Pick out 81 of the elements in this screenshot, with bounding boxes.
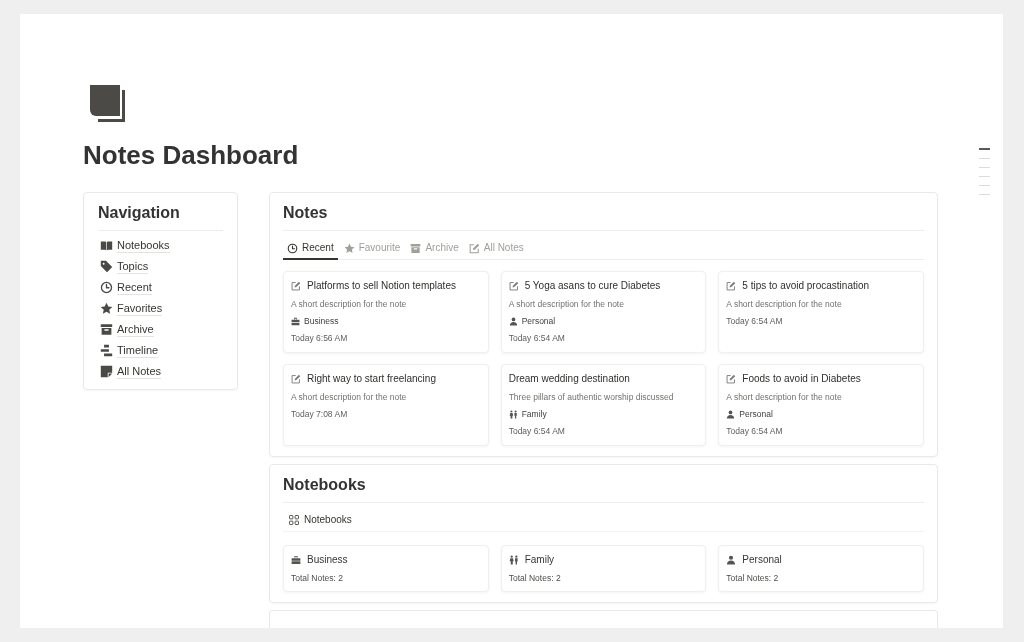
nav-link[interactable]: Topics — [98, 256, 149, 277]
note-description: A short description for the note — [291, 298, 408, 311]
nav-link[interactable]: Archive — [98, 319, 154, 340]
person-icon — [726, 555, 737, 565]
two-people-icon — [508, 410, 518, 419]
edit-icon — [468, 242, 480, 254]
note-description: A short description for the note — [508, 298, 625, 311]
edit-icon — [726, 374, 737, 384]
note-card[interactable]: Right way to start freelancing A short description for the note Today 7:08 AM — [283, 364, 489, 446]
note-description: A short description for the note — [726, 391, 843, 404]
person-icon — [508, 317, 518, 326]
note-time: Today 6:54 AM — [726, 425, 784, 438]
archive-box-icon — [100, 323, 113, 336]
note-title: Right way to start freelancing — [307, 372, 436, 386]
note-time: Today 6:54 AM — [726, 315, 784, 328]
note-count: Total Notes: 2 — [508, 572, 562, 585]
note-card[interactable]: Dream wedding destination Three pillars of authentic worship discussed Family Today 6:54 AM — [500, 364, 707, 446]
tab[interactable]: Recent — [283, 237, 338, 260]
edit-icon — [726, 281, 737, 291]
open-book-icon — [100, 239, 113, 252]
note-title: 5 Yoga asans to cure Diabetes — [524, 279, 661, 293]
two-people-icon — [508, 555, 519, 565]
note-icon — [100, 365, 113, 378]
outline-marker[interactable] — [979, 148, 990, 150]
note-description: A short description for the note — [726, 298, 843, 311]
outline-marker[interactable] — [979, 194, 990, 195]
notebook-title: Business — [307, 553, 348, 567]
nav-link[interactable]: Recent — [98, 277, 152, 298]
note-description: Three pillars of authentic worship discussed — [508, 391, 675, 404]
outline-marker[interactable] — [979, 176, 990, 177]
note-count: Total Notes: 2 — [726, 572, 780, 585]
tag-label: Business — [304, 315, 339, 328]
note-time: Today 6:54 AM — [508, 425, 566, 438]
outline-marker[interactable] — [979, 167, 990, 168]
nav-link[interactable]: Timeline — [98, 340, 159, 361]
outline-marker[interactable] — [979, 158, 990, 159]
nav-link[interactable]: Notebooks — [98, 235, 170, 256]
note-time: Today 6:54 AM — [508, 332, 566, 345]
note-title: Foods to avoid in Diabetes — [742, 372, 861, 386]
notebook-card[interactable]: Family Total Notes: 2 — [500, 545, 707, 592]
star-icon — [100, 302, 113, 315]
section-heading: Notes — [283, 203, 329, 223]
edit-icon — [508, 281, 519, 291]
notebook-title: Personal — [742, 553, 782, 567]
note-title: 5 tips to avoid procastination — [742, 279, 870, 293]
notebook-title: Family — [524, 553, 555, 567]
timeline-icon — [100, 344, 113, 357]
tag-label: Personal — [739, 408, 773, 421]
briefcase-icon — [291, 317, 300, 326]
tag-icon — [100, 260, 113, 273]
clock-icon — [287, 242, 298, 254]
note-title: Dream wedding destination — [508, 372, 630, 386]
tag-label: Personal — [521, 315, 556, 328]
note-card[interactable]: Foods to avoid in Diabetes A short description for the note Personal Today 6:54 AM — [718, 364, 924, 446]
tag-label: Family — [521, 408, 547, 421]
clock-icon — [100, 281, 113, 294]
person-icon — [726, 410, 736, 419]
briefcase-icon — [291, 555, 301, 565]
view-tab[interactable]: Notebooks — [283, 509, 356, 531]
section-heading: Notebooks — [283, 475, 367, 495]
edit-icon — [291, 281, 301, 291]
page-title: Notes Dashboard — [83, 139, 299, 171]
archive-box-icon — [410, 242, 422, 254]
nav-link[interactable]: All Notes — [98, 361, 162, 382]
star-icon — [343, 242, 355, 254]
outline-marker[interactable] — [979, 185, 990, 186]
notebook-card[interactable]: Business Total Notes: 2 — [283, 545, 489, 592]
note-count: Total Notes: 2 — [291, 572, 344, 585]
note-card[interactable]: 5 tips to avoid procastination A short description for the note Today 6:54 AM — [718, 271, 924, 353]
edit-icon — [291, 374, 301, 384]
note-card[interactable]: 5 Yoga asans to cure Diabetes A short description for the note Personal Today 6:54 AM — [500, 271, 707, 353]
note-time: Today 7:08 AM — [291, 408, 349, 421]
note-card[interactable]: Platforms to sell Notion templates A short description for the note Business Today 6:56 AM — [283, 271, 489, 353]
document-stack-icon — [90, 85, 125, 122]
note-time: Today 6:56 AM — [291, 332, 349, 345]
notebook-card[interactable]: Personal Total Notes: 2 — [718, 545, 924, 592]
note-description: A short description for the note — [291, 391, 408, 404]
note-title: Platforms to sell Notion templates — [307, 279, 456, 293]
panel-heading: Navigation — [98, 203, 181, 223]
grid-icon — [289, 515, 299, 525]
nav-link[interactable]: Favorites — [98, 298, 163, 319]
